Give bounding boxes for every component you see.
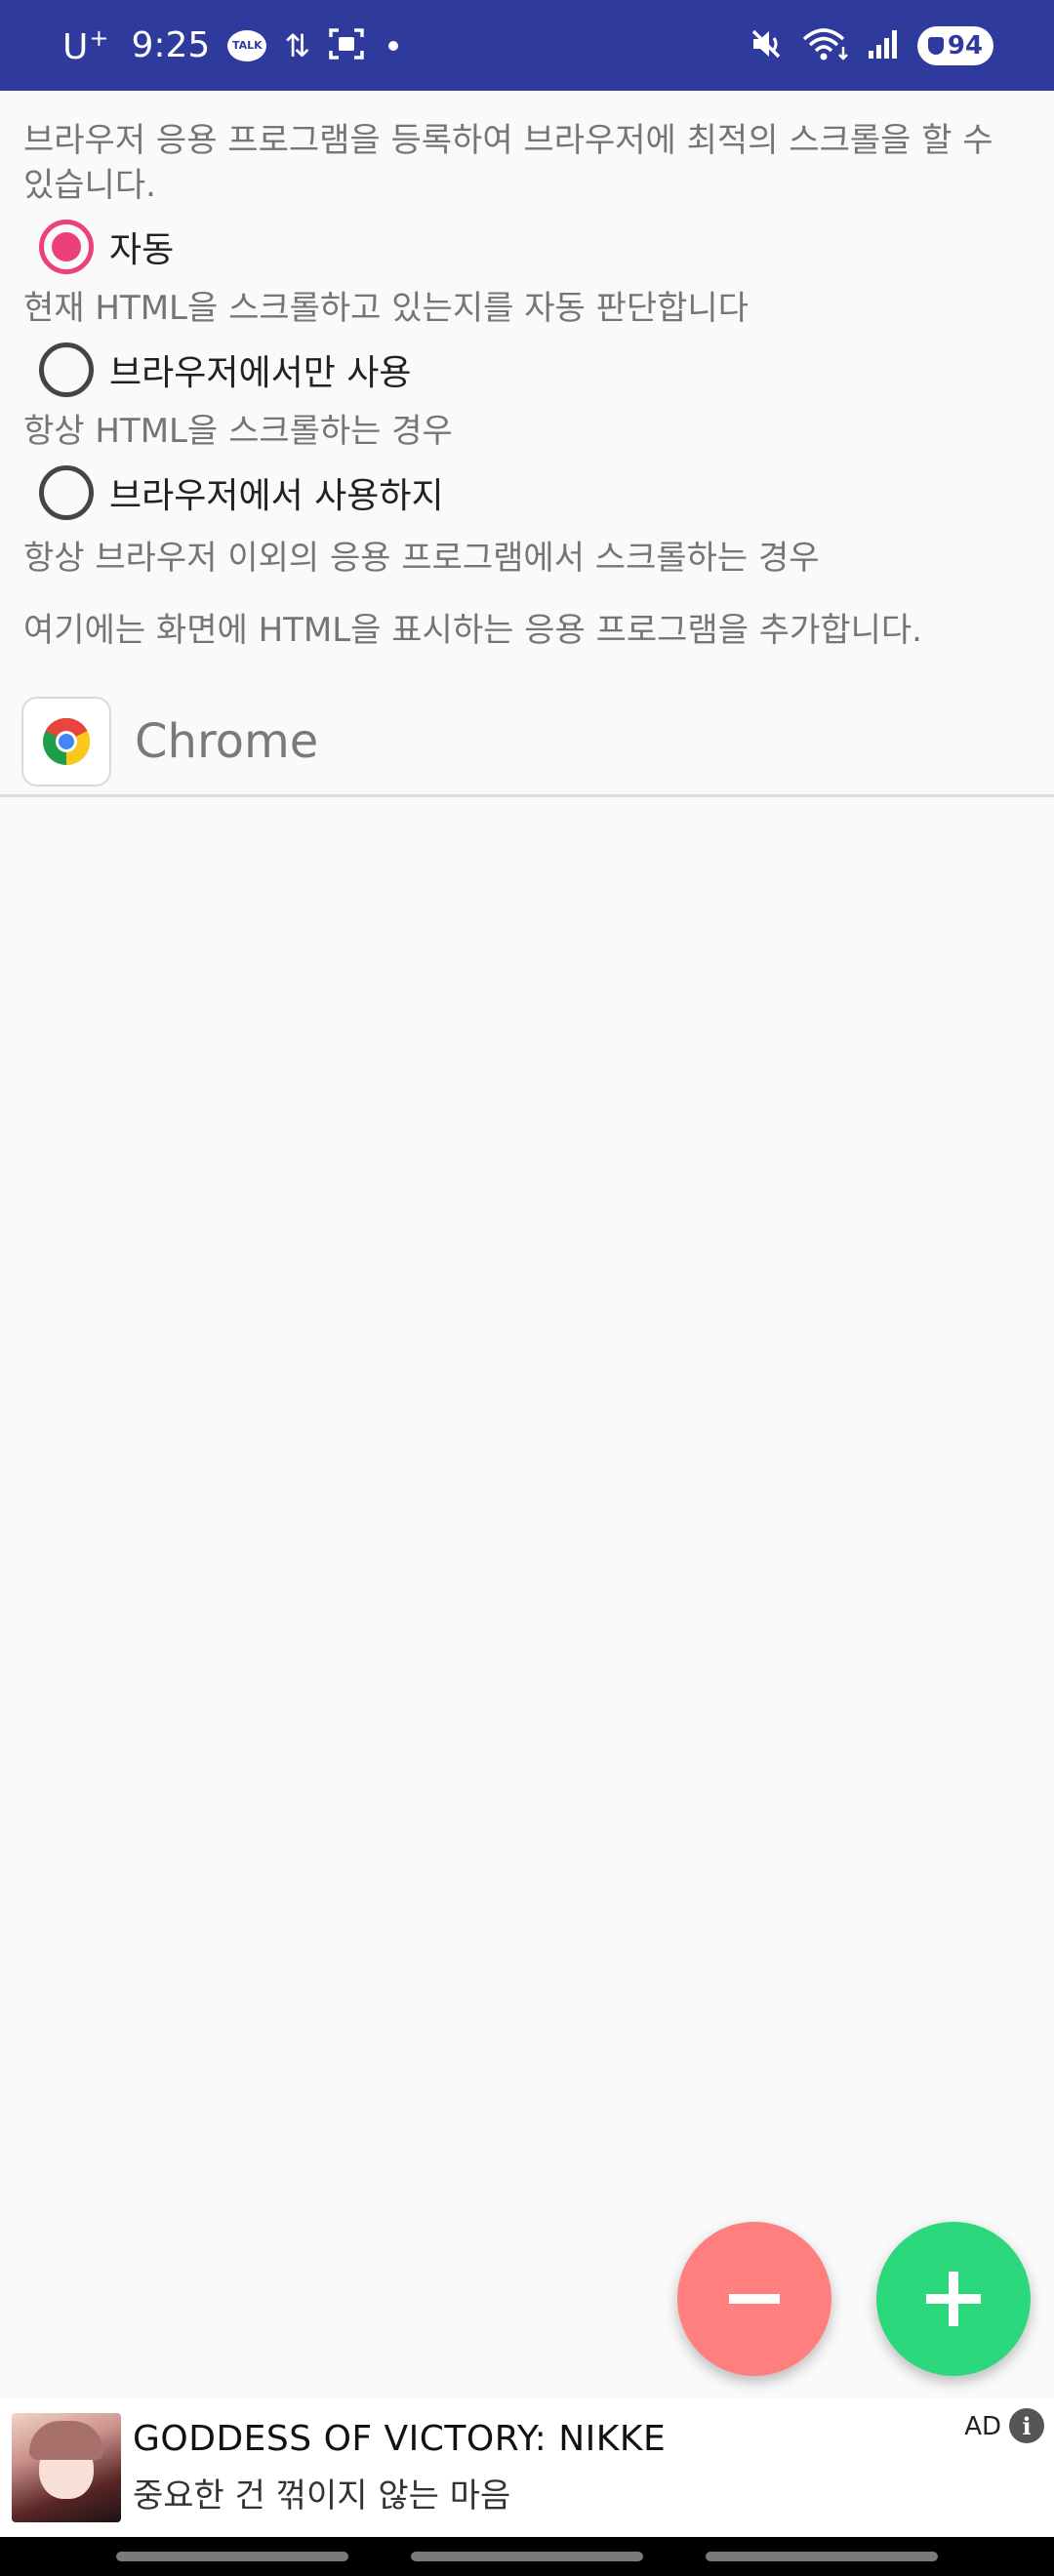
mute-icon	[750, 27, 785, 64]
carrier-label: U+	[62, 23, 110, 67]
main-content: 브라우저 응용 프로그램을 등록하여 브라우저에 최적의 스크롤을 할 수 있습…	[0, 91, 1054, 797]
plus-icon	[926, 2272, 981, 2326]
minus-icon	[729, 2294, 780, 2304]
battery-level: 94	[947, 30, 984, 60]
option-label: 자동	[109, 230, 175, 270]
option-label: 브라우저에서 사용하지	[109, 476, 444, 516]
add-apps-note: 여기에는 화면에 HTML을 표시하는 응용 프로그램을 추가합니다.	[23, 611, 922, 650]
option-label: 브라우저에서만 사용	[109, 353, 412, 393]
data-transfer-icon: ⇅	[284, 26, 311, 64]
option-description: 항상 브라우저 이외의 응용 프로그램에서 스크롤하는 경우	[23, 539, 820, 578]
wifi-icon	[802, 27, 849, 64]
app-name: Chrome	[135, 713, 319, 769]
status-left: U+ 9:25 TALK ⇅	[62, 23, 399, 67]
screenshot-icon	[328, 26, 365, 65]
list-item[interactable]: Chrome	[0, 688, 1054, 797]
status-bar: U+ 9:25 TALK ⇅ 94	[0, 0, 1054, 91]
ad-title: GODDESS OF VICTORY: NIKKE	[133, 2419, 667, 2459]
option-description: 현재 HTML을 스크롤하고 있는지를 자동 판단합니다	[23, 289, 749, 328]
status-right: 94	[750, 25, 993, 65]
notification-dot-icon	[388, 40, 399, 51]
battery-indicator: 94	[917, 25, 993, 65]
chrome-icon	[21, 696, 111, 786]
signal-icon	[867, 27, 900, 64]
radio-browser-only[interactable]	[39, 342, 94, 397]
ad-subtitle: 중요한 건 꺾이지 않는 마음	[133, 2476, 511, 2516]
option-not-in-browser[interactable]: 브라우저에서 사용하지	[0, 454, 1054, 532]
kakaotalk-icon: TALK	[227, 29, 267, 61]
option-description: 항상 HTML을 스크롤하는 경우	[23, 412, 453, 451]
navigation-bar	[0, 2537, 1054, 2576]
intro-text: 브라우저 응용 프로그램을 등록하여 브라우저에 최적의 스크롤을 할 수 있습…	[23, 121, 993, 205]
option-browser-only[interactable]: 브라우저에서만 사용	[0, 331, 1054, 409]
add-app-button[interactable]	[876, 2222, 1031, 2376]
radio-not-in-browser[interactable]	[39, 465, 94, 520]
ad-thumbnail	[12, 2413, 121, 2522]
nav-back-handle[interactable]	[706, 2552, 938, 2561]
radio-auto[interactable]	[39, 220, 94, 274]
nav-home-handle[interactable]	[411, 2552, 643, 2561]
option-auto[interactable]: 자동	[0, 208, 1054, 286]
ad-banner[interactable]: GODDESS OF VICTORY: NIKKE 중요한 건 꺾이지 않는 마…	[0, 2398, 1054, 2537]
ad-text: GODDESS OF VICTORY: NIKKE 중요한 건 꺾이지 않는 마…	[133, 2419, 666, 2516]
shield-icon	[927, 36, 944, 55]
info-icon[interactable]: i	[1009, 2408, 1044, 2443]
ad-label: AD	[964, 2412, 1001, 2441]
clock: 9:25	[131, 25, 211, 65]
nav-recents-handle[interactable]	[116, 2552, 348, 2561]
remove-app-button[interactable]	[677, 2222, 831, 2376]
